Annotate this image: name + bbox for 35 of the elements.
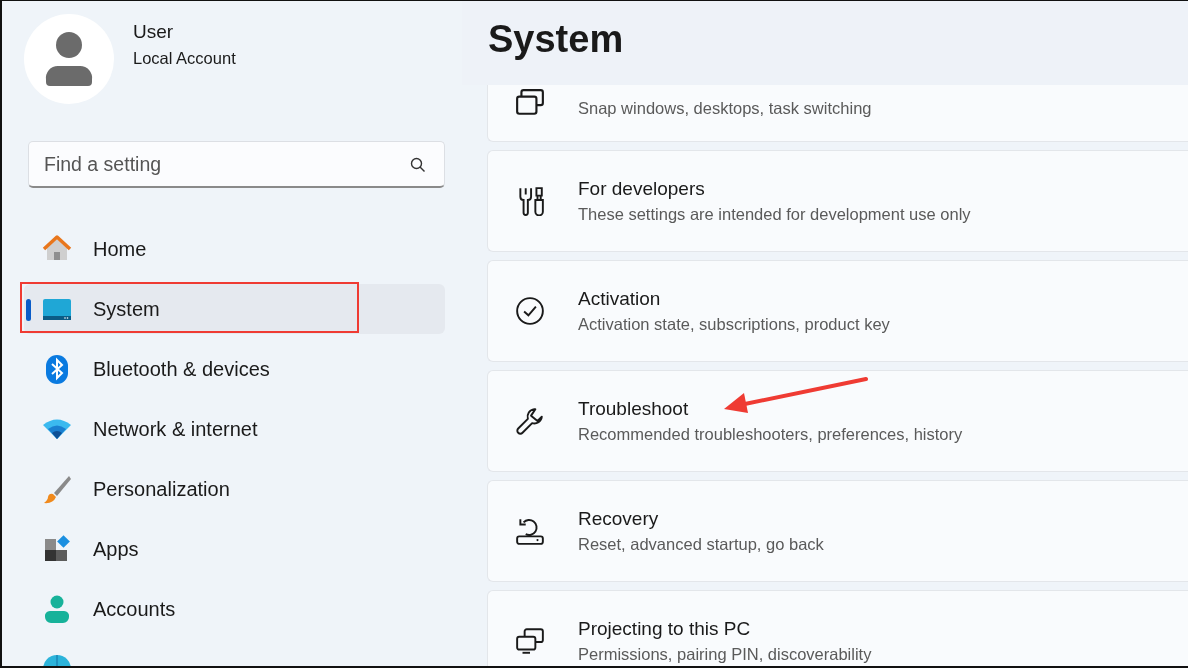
windows-icon bbox=[515, 88, 545, 118]
settings-card[interactable]: Recovery Reset, advanced startup, go back bbox=[487, 480, 1188, 582]
page-title: System bbox=[488, 17, 625, 61]
settings-card[interactable]: Snap windows, desktops, task switching bbox=[487, 85, 1188, 142]
card-title: For developers bbox=[578, 178, 706, 200]
nav-item[interactable]: Accounts bbox=[24, 584, 445, 634]
settings-card[interactable]: Troubleshoot Recommended troubleshooters, preferences, history bbox=[487, 370, 1188, 472]
search-field[interactable]: Find a setting bbox=[28, 141, 445, 188]
card-title: Troubleshoot bbox=[578, 398, 690, 420]
account-type: Local Account bbox=[133, 48, 236, 68]
card-description: Snap windows, desktops, task switching bbox=[578, 99, 872, 118]
nav-item[interactable]: Bluetooth & devices bbox=[24, 344, 445, 394]
card-description: Activation state, subscriptions, product key bbox=[578, 315, 890, 334]
settings-card[interactable]: Activation Activation state, subscriptions, product key bbox=[487, 260, 1188, 362]
selection-indicator bbox=[26, 299, 31, 321]
card-description: Recommended troubleshooters, preferences, history bbox=[578, 425, 963, 444]
card-description: Permissions, pairing PIN, discoverability bbox=[578, 645, 872, 664]
recovery-icon bbox=[515, 516, 545, 546]
card-description: Reset, advanced startup, go back bbox=[578, 535, 824, 554]
nav-item[interactable]: Network & internet bbox=[24, 404, 445, 454]
screens-icon bbox=[515, 626, 545, 656]
nav-item[interactable]: Home bbox=[24, 224, 445, 274]
nav-item[interactable]: Apps bbox=[24, 524, 445, 574]
wrench-icon bbox=[515, 406, 545, 436]
card-description: These settings are intended for development use only bbox=[578, 205, 971, 224]
avatar-icon bbox=[24, 14, 114, 104]
settings-card[interactable]: Projecting to this PC Permissions, pairing PIN, discoverability bbox=[487, 590, 1188, 666]
card-title: Activation bbox=[578, 288, 662, 310]
search-icon bbox=[410, 157, 426, 173]
card-title: Recovery bbox=[578, 508, 660, 530]
user-name: User bbox=[133, 20, 175, 43]
card-title: Projecting to this PC bbox=[578, 618, 752, 640]
checkmark-circle-icon bbox=[515, 296, 545, 326]
settings-card[interactable]: For developers These settings are intended for development use only bbox=[487, 150, 1188, 252]
nav-item[interactable]: Personalization bbox=[24, 464, 445, 514]
